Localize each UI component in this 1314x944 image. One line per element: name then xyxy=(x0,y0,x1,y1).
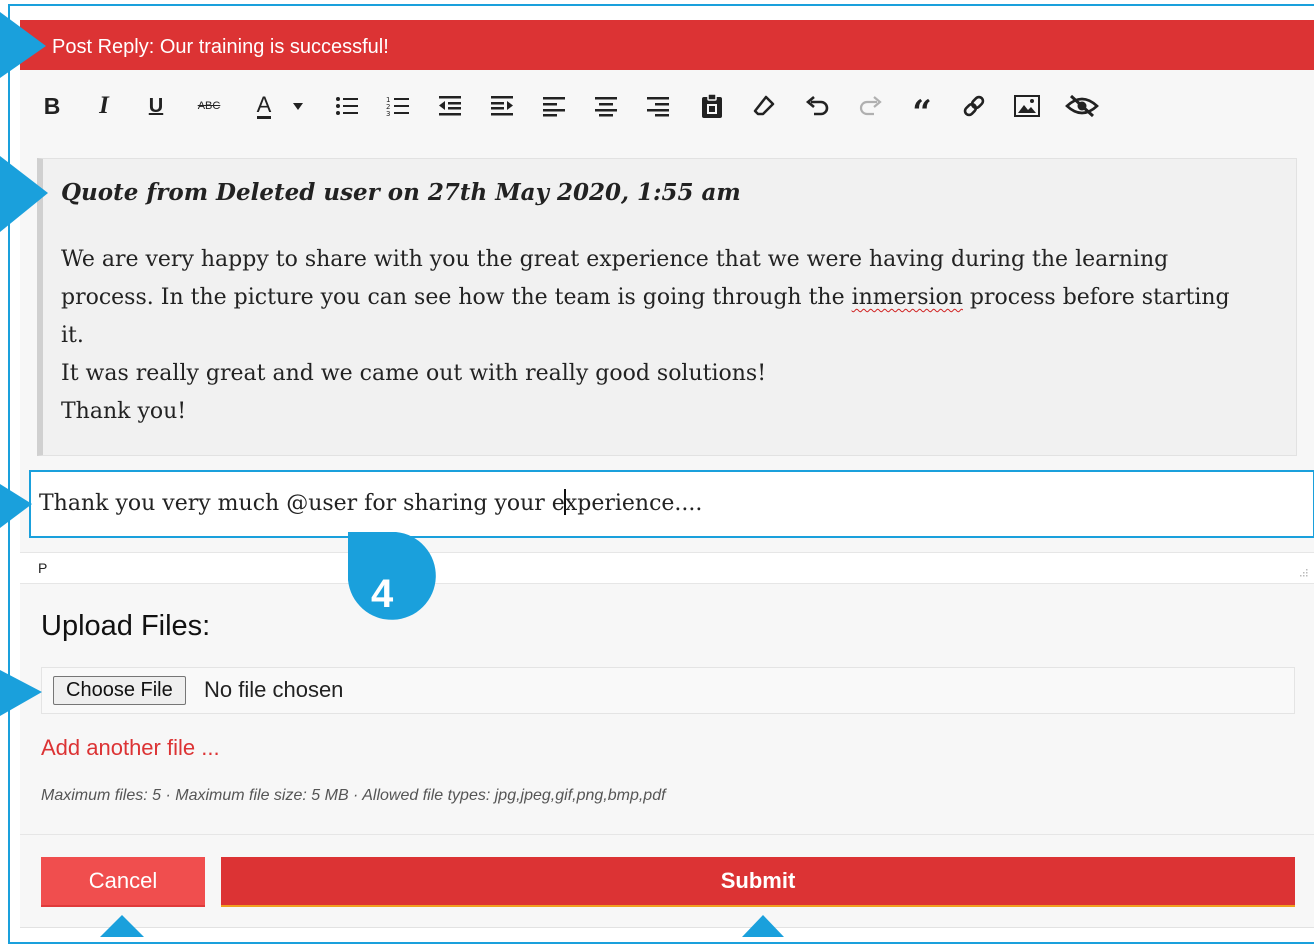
annotation-pointer xyxy=(0,156,48,232)
color-dropdown-icon[interactable] xyxy=(290,92,306,120)
editor-toolbar: B I U ABC A 123 “ xyxy=(20,70,1314,161)
strikethrough-icon[interactable]: ABC xyxy=(192,92,226,120)
svg-text:3: 3 xyxy=(386,110,390,117)
add-another-file-link[interactable]: Add another file ... xyxy=(41,735,220,761)
quote-line: process. In the picture you can see how … xyxy=(61,285,1230,310)
annotation-pointer xyxy=(100,915,144,937)
blockquote-icon[interactable]: “ xyxy=(908,92,936,130)
upload-limits-text: Maximum files: 5 · Maximum file size: 5 … xyxy=(41,787,666,804)
annotation-pointer xyxy=(742,915,784,937)
quote-block: Quote from Deleted user on 27th May 2020… xyxy=(37,158,1297,456)
file-status-text: No file chosen xyxy=(204,677,344,702)
annotation-pointer xyxy=(0,12,46,78)
align-center-icon[interactable] xyxy=(592,92,620,120)
resize-grip-icon[interactable] xyxy=(1296,567,1308,579)
cancel-button[interactable]: Cancel xyxy=(41,857,205,907)
quote-line: It was really great and we came out with… xyxy=(61,361,767,386)
annotation-pointer xyxy=(0,670,42,716)
reply-panel: Post Reply: Our training is successful! … xyxy=(20,20,1314,928)
annotation-pointer xyxy=(0,484,32,528)
element-path[interactable]: P xyxy=(38,560,47,576)
quote-line: it. xyxy=(61,323,84,348)
align-right-icon[interactable] xyxy=(644,92,672,120)
submit-button[interactable]: Submit xyxy=(221,857,1295,907)
underline-icon[interactable]: U xyxy=(144,92,168,120)
editor-content[interactable]: Quote from Deleted user on 27th May 2020… xyxy=(20,158,1314,550)
reply-text-input[interactable]: Thank you very much @user for sharing yo… xyxy=(29,470,1314,538)
undo-icon[interactable] xyxy=(804,92,832,120)
align-left-icon[interactable] xyxy=(540,92,568,120)
numbered-list-icon[interactable]: 123 xyxy=(384,92,412,120)
file-input-row: Choose File No file chosen xyxy=(41,667,1295,714)
text-color-icon[interactable]: A xyxy=(250,92,278,120)
quote-header: Quote from Deleted user on 27th May 2020… xyxy=(61,179,741,206)
bullet-list-icon[interactable] xyxy=(333,92,361,120)
choose-file-button[interactable]: Choose File xyxy=(53,676,186,705)
misspelled-word[interactable]: inmersion xyxy=(852,285,963,310)
outdent-icon[interactable] xyxy=(436,92,464,120)
editor-statusbar: P xyxy=(20,552,1314,584)
image-icon[interactable] xyxy=(1013,92,1041,120)
page-title: Post Reply: Our training is successful! xyxy=(20,20,1314,70)
paste-icon[interactable] xyxy=(698,92,726,120)
quote-line: We are very happy to share with you the … xyxy=(61,247,1169,272)
redo-icon[interactable] xyxy=(856,92,884,120)
divider xyxy=(20,834,1314,835)
hide-icon[interactable] xyxy=(1064,92,1100,120)
quote-body: We are very happy to share with you the … xyxy=(61,241,1281,431)
indent-icon[interactable] xyxy=(488,92,516,120)
italic-icon[interactable]: I xyxy=(92,92,116,120)
link-icon[interactable] xyxy=(960,92,988,120)
annotation-number: 4 xyxy=(371,572,394,616)
quote-line: Thank you! xyxy=(61,399,187,424)
upload-files-heading: Upload Files: xyxy=(41,610,211,642)
eraser-icon[interactable] xyxy=(750,92,778,120)
